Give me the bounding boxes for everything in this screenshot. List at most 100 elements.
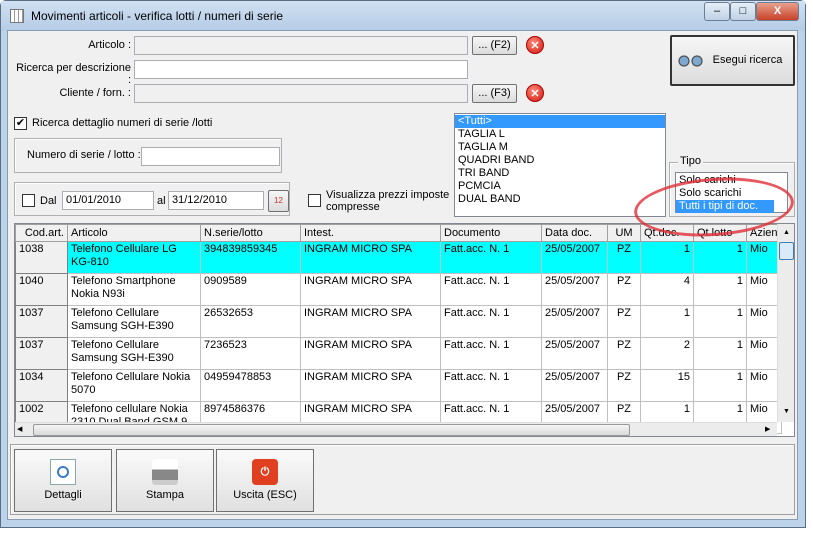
column-header[interactable]: Data doc. [541, 224, 608, 242]
results-grid: Cod.art. Articolo N.serie/lotto Intest. Docu… [14, 223, 795, 437]
clear-cliente-icon[interactable]: ✕ [526, 84, 544, 102]
table-cell: Fatt.acc. N. 1 [440, 241, 542, 274]
table-cell: Telefono Smartphone Nokia N93i [67, 273, 201, 306]
table-cell: 1037 [15, 305, 68, 338]
column-header[interactable]: Cod.art. [15, 224, 68, 242]
articolo-lookup-button[interactable]: ... (F2) [472, 36, 517, 55]
numero-input[interactable] [141, 147, 280, 166]
table-cell: Telefono Cellulare Nokia 5070 [67, 369, 201, 402]
al-input[interactable]: 31/12/2010 [168, 191, 264, 210]
table-row[interactable]: 1038 Telefono Cellulare LG KG-810 39483985… [15, 241, 782, 274]
table-cell: Mio [746, 305, 782, 338]
vertical-scroll-thumb[interactable] [779, 242, 794, 260]
window-title: Movimenti articoli - verifica lotti / nu… [31, 9, 284, 23]
table-cell: 1038 [15, 241, 68, 274]
variant-option[interactable]: TAGLIA M [455, 141, 665, 154]
prezzi-label: Visualizza prezzi imposte compresse [326, 189, 449, 213]
table-cell: INGRAM MICRO SPA [300, 305, 441, 338]
variant-option[interactable]: QUADRI BAND [455, 154, 665, 167]
horizontal-scroll-thumb[interactable] [33, 424, 630, 436]
exit-button[interactable]: ⏻ Uscita (ESC) [216, 449, 314, 512]
table-cell: 1 [693, 337, 747, 370]
descrizione-input[interactable] [134, 60, 468, 79]
table-cell: Mio [746, 369, 782, 402]
horizontal-scrollbar[interactable]: ◀ ▶ [15, 422, 777, 436]
table-row[interactable]: 1040 Telefono Smartphone Nokia N93i 090958… [15, 273, 782, 306]
table-row[interactable]: 1037 Telefono Cellulare Samsung SGH-E390 7… [15, 337, 782, 370]
magnifier-document-icon [50, 459, 76, 485]
calendar-icon[interactable]: 12 [268, 190, 289, 212]
dettaglio-label: Ricerca dettaglio numeri di serie /lotti [32, 117, 213, 129]
table-cell: 1040 [15, 273, 68, 306]
print-button[interactable]: Stampa [116, 449, 214, 512]
table-cell: 7236523 [200, 337, 301, 370]
variant-listbox[interactable]: <Tutti> TAGLIA L TAGLIA M QUADRI BAND TRI BA… [454, 113, 666, 217]
tipo-label: Tipo [678, 155, 703, 167]
print-label: Stampa [146, 489, 184, 501]
table-row[interactable]: 1034 Telefono Cellulare Nokia 5070 0495947… [15, 369, 782, 402]
table-cell: 25/05/2007 [541, 337, 608, 370]
details-label: Dettagli [44, 489, 82, 501]
table-cell: 394839859345 [200, 241, 301, 274]
cliente-lookup-button[interactable]: ... (F3) [472, 84, 517, 103]
table-cell: 25/05/2007 [541, 273, 608, 306]
table-cell: 0909589 [200, 273, 301, 306]
dal-label: Dal [40, 195, 57, 207]
column-header[interactable]: Intest. [300, 224, 441, 242]
printer-icon [152, 459, 178, 485]
scroll-right-icon[interactable]: ▶ [765, 425, 770, 433]
table-cell: 1 [693, 305, 747, 338]
dettaglio-checkbox[interactable]: ✔ [14, 117, 27, 130]
cliente-input[interactable] [134, 84, 468, 103]
scroll-left-icon[interactable]: ◀ [17, 425, 22, 433]
minimize-button[interactable]: – [704, 2, 730, 21]
scroll-down-icon[interactable]: ▼ [779, 404, 794, 419]
table-cell: 15 [640, 369, 694, 402]
table-cell: PZ [607, 369, 641, 402]
articolo-label: Articolo : [88, 39, 131, 51]
scroll-up-icon[interactable]: ▲ [779, 225, 794, 240]
table-cell: 25/05/2007 [541, 241, 608, 274]
binoculars-icon [678, 51, 704, 67]
dal-checkbox[interactable] [22, 194, 35, 207]
title-bar: Movimenti articoli - verifica lotti / nu… [1, 1, 805, 31]
close-button[interactable]: X [756, 2, 799, 21]
table-cell: 1 [693, 273, 747, 306]
numero-label: Numero di serie / lotto : [27, 149, 141, 161]
clear-articolo-icon[interactable]: ✕ [526, 36, 544, 54]
search-button[interactable]: Esegui ricerca [670, 35, 795, 86]
table-cell: Fatt.acc. N. 1 [440, 369, 542, 402]
table-cell: INGRAM MICRO SPA [300, 369, 441, 402]
dal-input[interactable]: 01/01/2010 [62, 191, 154, 210]
maximize-button[interactable]: □ [730, 2, 756, 21]
table-cell: 04959478853 [200, 369, 301, 402]
variant-option[interactable]: <Tutti> [455, 115, 665, 128]
prezzi-checkbox[interactable] [308, 194, 321, 207]
table-cell: PZ [607, 337, 641, 370]
al-label: al [157, 195, 166, 207]
variant-option[interactable]: TAGLIA L [455, 128, 665, 141]
prezzi-label-line1: Visualizza prezzi imposte [326, 189, 450, 201]
table-cell: 26532653 [200, 305, 301, 338]
exit-label: Uscita (ESC) [233, 489, 297, 501]
variant-option[interactable]: PCMCIA [455, 180, 665, 193]
vertical-scrollbar[interactable]: ▲ ▼ [777, 224, 794, 422]
table-cell: Telefono Cellulare Samsung SGH-E390 [67, 337, 201, 370]
column-header[interactable]: Documento [440, 224, 542, 242]
articolo-input[interactable] [134, 36, 468, 55]
bottom-toolbar: Dettagli Stampa ⏻ Uscita (ESC) [10, 444, 795, 515]
cliente-label: Cliente / forn. : [59, 87, 131, 99]
variant-option[interactable]: TRI BAND [455, 167, 665, 180]
details-button[interactable]: Dettagli [14, 449, 112, 512]
power-icon: ⏻ [252, 459, 278, 485]
table-cell: Mio [746, 273, 782, 306]
results-table: Cod.art. Articolo N.serie/lotto Intest. Docu… [15, 224, 782, 434]
table-row[interactable]: 1037 Telefono Cellulare Samsung SGH-E390 2… [15, 305, 782, 338]
column-header[interactable]: UM [607, 224, 641, 242]
variant-option[interactable]: DUAL BAND [455, 193, 665, 206]
table-cell: Mio [746, 337, 782, 370]
column-header[interactable]: Articolo [67, 224, 201, 242]
prezzi-label-line2: compresse [326, 201, 380, 213]
table-cell: 1 [640, 241, 694, 274]
column-header[interactable]: N.serie/lotto [200, 224, 301, 242]
